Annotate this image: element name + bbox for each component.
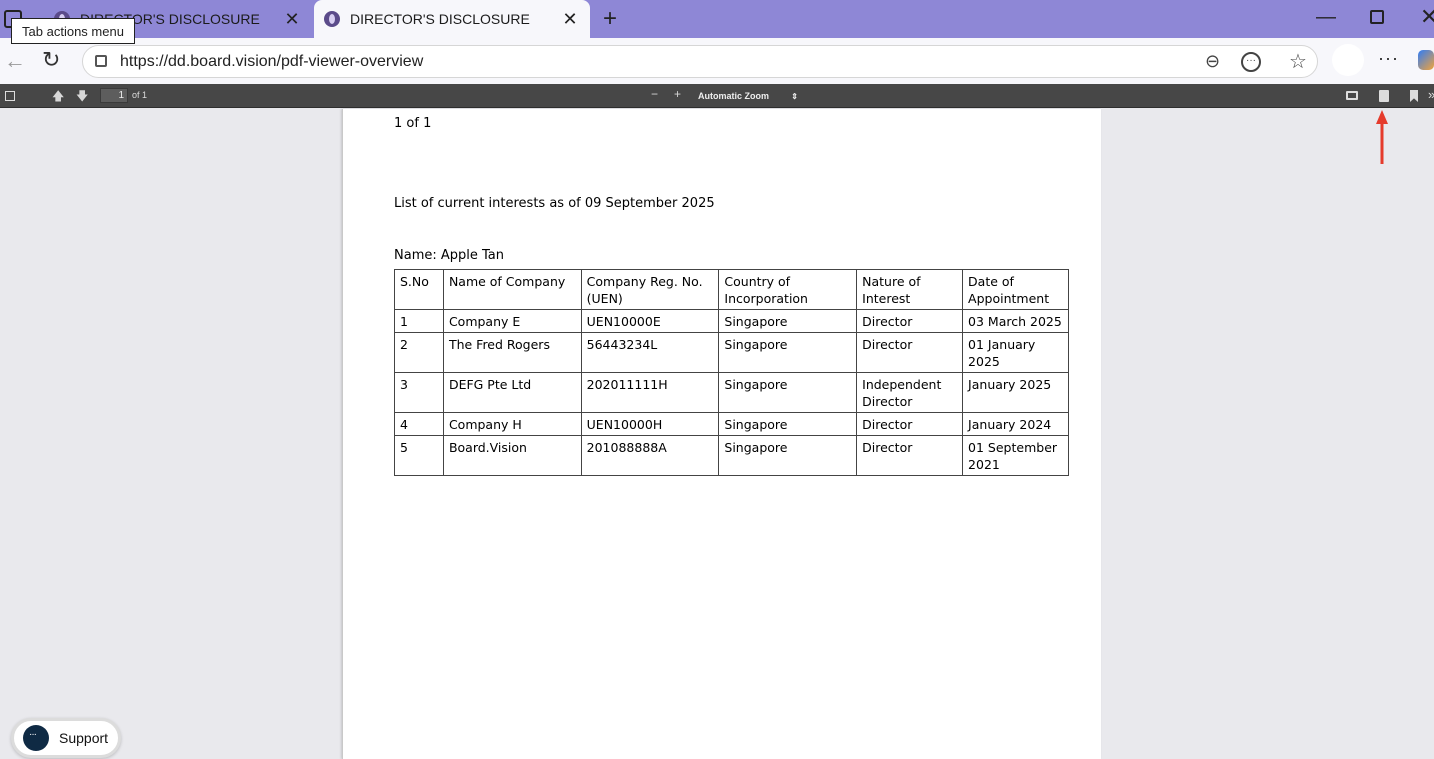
restore-button[interactable] <box>1370 10 1384 24</box>
table-row: 1 Company E UEN10000E Singapore Director… <box>394 309 1069 333</box>
annotation-arrow-icon <box>1376 110 1388 164</box>
table-cell: 4 <box>394 412 444 436</box>
site-favicon-icon <box>324 11 340 27</box>
table-cell: 01 January 2025 <box>962 332 1069 373</box>
address-bar-row: ← ↻ https://dd.board.vision/pdf-viewer-o… <box>0 38 1434 84</box>
window-close-button[interactable]: ✕ <box>1420 4 1434 30</box>
bookmark-icon[interactable] <box>1410 90 1418 102</box>
tab-actions-tooltip: Tab actions menu <box>11 18 135 44</box>
table-cell: 1 <box>394 309 444 333</box>
tab-strip: DIRECTOR'S DISCLOSURE ✕ DIRECTOR'S DISCL… <box>0 0 1434 38</box>
support-button[interactable]: Support <box>11 718 121 758</box>
zoom-out-button[interactable]: − <box>651 87 658 101</box>
table-header-row: S.No Name of Company Company Reg. No. (U… <box>394 269 1069 310</box>
pdf-page: 1 of 1 List of current interests as of 0… <box>342 109 1101 759</box>
table-cell: Director <box>856 309 964 333</box>
table-cell: 2 <box>394 332 444 373</box>
table-cell: UEN10000E <box>580 309 720 333</box>
zoom-icon[interactable]: ⊖ <box>1205 51 1220 72</box>
table-row: 3 DEFG Pte Ltd 202011111H Singapore Inde… <box>394 372 1069 413</box>
pdf-viewer[interactable]: 1 of 1 List of current interests as of 0… <box>0 109 1434 759</box>
table-cell: 03 March 2025 <box>962 309 1069 333</box>
column-header: Nature of Interest <box>856 269 964 310</box>
table-cell: January 2025 <box>962 372 1069 413</box>
zoom-select[interactable]: Automatic Zoom ⇕ <box>692 89 802 104</box>
url-text[interactable]: https://dd.board.vision/pdf-viewer-overv… <box>120 53 423 71</box>
tools-more-icon[interactable]: » <box>1428 87 1434 102</box>
page-label: 1 of 1 <box>394 116 432 131</box>
table-cell: Director <box>856 332 964 373</box>
table-cell: Singapore <box>718 309 858 333</box>
table-cell: DEFG Pte Ltd <box>442 372 582 413</box>
column-header: Date of Appointment <box>962 269 1069 310</box>
profile-avatar[interactable] <box>1332 44 1364 76</box>
table-cell: 01 September 2021 <box>962 435 1069 476</box>
site-info-icon[interactable] <box>95 55 107 67</box>
column-header: Country of Incorporation <box>718 269 858 310</box>
pdf-toolbar: 🡅 🡇 1 of 1 − + Automatic Zoom ⇕ » <box>0 84 1434 108</box>
download-icon[interactable] <box>1379 90 1389 102</box>
table-cell: 5 <box>394 435 444 476</box>
column-header: Name of Company <box>442 269 582 310</box>
table-cell: Singapore <box>718 332 858 373</box>
table-cell: The Fred Rogers <box>442 332 582 373</box>
tab-close-icon[interactable]: ✕ <box>280 7 304 31</box>
table-cell: Director <box>856 435 964 476</box>
table-cell: Director <box>856 412 964 436</box>
director-name: Name: Apple Tan <box>394 248 504 263</box>
tab-close-icon[interactable]: ✕ <box>558 7 582 31</box>
minimize-button[interactable]: — <box>1316 6 1336 29</box>
table-row: 4 Company H UEN10000H Singapore Director… <box>394 412 1069 436</box>
zoom-in-button[interactable]: + <box>674 87 681 101</box>
tab-title: DIRECTOR'S DISCLOSURE <box>350 11 530 27</box>
back-arrow-icon[interactable]: ← <box>4 48 26 74</box>
browser-menu-icon[interactable]: ··· <box>1378 48 1399 69</box>
print-icon[interactable] <box>1346 91 1358 100</box>
zoom-select-value: Automatic Zoom <box>698 91 769 101</box>
table-cell: 202011111H <box>580 372 720 413</box>
table-cell: Company H <box>442 412 582 436</box>
page-count: of 1 <box>132 90 148 100</box>
column-header: S.No <box>394 269 444 310</box>
table-cell: Singapore <box>718 372 858 413</box>
table-cell: Company E <box>442 309 582 333</box>
chat-bubble-icon <box>23 725 49 751</box>
document-heading: List of current interests as of 09 Septe… <box>394 196 715 211</box>
table-cell: 56443234L <box>580 332 720 373</box>
copilot-icon[interactable] <box>1418 50 1434 70</box>
column-header: Company Reg. No. (UEN) <box>580 269 720 310</box>
table-cell: UEN10000H <box>580 412 720 436</box>
table-cell: Singapore <box>718 435 858 476</box>
reading-options-icon[interactable]: ··· <box>1241 52 1261 72</box>
select-chevron-icon: ⇕ <box>791 92 798 101</box>
table-cell: January 2024 <box>962 412 1069 436</box>
previous-page-icon[interactable]: 🡅 <box>52 87 64 108</box>
table-row: 5 Board.Vision 201088888A Singapore Dire… <box>394 435 1069 476</box>
sidebar-toggle-icon[interactable] <box>5 91 15 101</box>
page-number-input[interactable]: 1 <box>100 88 128 103</box>
table-row: 2 The Fred Rogers 56443234L Singapore Di… <box>394 332 1069 373</box>
favorite-star-icon[interactable]: ☆ <box>1289 49 1307 74</box>
url-field[interactable]: https://dd.board.vision/pdf-viewer-overv… <box>82 45 1318 78</box>
table-cell: 3 <box>394 372 444 413</box>
tab-directors-disclosure-2[interactable]: DIRECTOR'S DISCLOSURE ✕ <box>314 0 590 38</box>
interests-table: S.No Name of Company Company Reg. No. (U… <box>394 269 1069 476</box>
table-cell: Board.Vision <box>442 435 582 476</box>
reload-icon[interactable]: ↻ <box>42 47 60 73</box>
support-label: Support <box>59 730 109 746</box>
new-tab-button[interactable]: + <box>596 5 624 33</box>
table-cell: Singapore <box>718 412 858 436</box>
table-cell: Independent Director <box>856 372 964 413</box>
table-cell: 201088888A <box>580 435 720 476</box>
next-page-icon[interactable]: 🡇 <box>76 87 88 108</box>
